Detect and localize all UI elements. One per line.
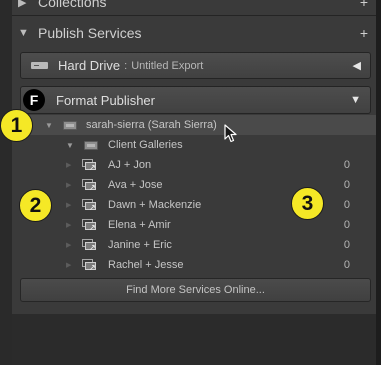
service-subtitle: Untitled Export — [131, 59, 204, 72]
format-logo-icon: F — [23, 89, 45, 111]
collections-title: Collections — [38, 0, 107, 10]
service-name: Format Publisher — [56, 92, 155, 108]
published-collection-icon: ↗ — [82, 239, 97, 252]
callout-badge-2: 2 — [19, 189, 52, 222]
gallery-row[interactable]: ▶ ↗ AJ + Jon 0 — [12, 155, 376, 175]
gallery-label: AJ + Jon — [108, 159, 152, 171]
gallery-count: 0 — [343, 239, 350, 251]
service-separator: : — [124, 59, 128, 72]
collection-set-label: Client Galleries — [108, 139, 183, 151]
add-publish-service-icon[interactable]: + — [360, 25, 368, 41]
expand-collapsed-icon: ▶ — [66, 262, 72, 269]
collections-header[interactable]: ▶ Collections + — [12, 0, 376, 12]
published-collection-icon: ↗ — [82, 199, 97, 212]
expand-collapsed-icon: ▶ — [66, 242, 72, 249]
published-collection-icon: ↗ — [82, 159, 97, 172]
expand-collapsed-icon: ▶ — [66, 202, 72, 209]
left-gutter — [0, 0, 12, 365]
collection-set-icon — [84, 141, 98, 150]
service-hard-drive[interactable]: Hard Drive : Untitled Export ◀ — [20, 52, 371, 79]
publish-services-header[interactable]: ▼ Publish Services + — [12, 22, 376, 44]
gallery-row[interactable]: ▶ ↗ Ava + Jose 0 — [12, 175, 376, 195]
gallery-count: 0 — [343, 259, 350, 271]
gallery-row[interactable]: ▶ ↗ Janine + Eric 0 — [12, 235, 376, 255]
published-collection-icon: ↗ — [82, 219, 97, 232]
expand-open-icon[interactable]: ▼ — [45, 121, 53, 130]
account-row[interactable]: ▼ sarah-sierra (Sarah Sierra) — [12, 115, 376, 135]
gallery-row[interactable]: ▶ ↗ Rachel + Jesse 0 — [12, 255, 376, 275]
expand-collapsed-icon: ▶ — [66, 182, 72, 189]
collapse-arrow-icon[interactable]: ◀ — [353, 59, 361, 72]
service-format-publisher[interactable]: F Format Publisher ▼ — [20, 86, 371, 114]
published-collection-icon: ↗ — [82, 179, 97, 192]
account-icon — [63, 121, 77, 130]
gallery-label: Janine + Eric — [108, 239, 172, 251]
gallery-count: 0 — [343, 199, 350, 211]
collection-set-row[interactable]: ▼ Client Galleries — [12, 135, 376, 155]
expand-collapsed-icon[interactable]: ▶ — [18, 0, 32, 9]
gallery-label: Rachel + Jesse — [108, 259, 184, 271]
hard-drive-icon — [31, 62, 48, 69]
panel-scrollbar-track[interactable] — [376, 0, 381, 365]
gallery-label: Dawn + Mackenzie — [108, 199, 202, 211]
gallery-label: Ava + Jose — [108, 179, 163, 191]
publish-services-title: Publish Services — [38, 25, 142, 41]
gallery-count: 0 — [343, 219, 350, 231]
gallery-row[interactable]: ▶ ↗ Elena + Amir 0 — [12, 215, 376, 235]
callout-badge-3: 3 — [291, 187, 324, 220]
published-collection-icon: ↗ — [82, 259, 97, 272]
find-more-services-button[interactable]: Find More Services Online... — [20, 278, 371, 302]
service-name: Hard Drive — [58, 58, 121, 73]
gallery-count: 0 — [343, 159, 350, 171]
expand-collapsed-icon: ▶ — [66, 222, 72, 229]
section-divider — [12, 15, 376, 16]
expand-arrow-icon[interactable]: ▼ — [350, 94, 361, 106]
panel-bottom-empty-area — [12, 314, 376, 365]
callout-badge-1: 1 — [0, 109, 33, 142]
expand-collapsed-icon: ▶ — [66, 162, 72, 169]
gallery-count: 0 — [343, 179, 350, 191]
account-label: sarah-sierra (Sarah Sierra) — [86, 119, 217, 131]
expand-open-icon[interactable]: ▼ — [66, 141, 74, 150]
add-collection-icon[interactable]: + — [360, 0, 368, 10]
mouse-cursor-icon — [224, 124, 237, 143]
gallery-label: Elena + Amir — [108, 219, 171, 231]
expand-open-icon[interactable]: ▼ — [18, 27, 32, 39]
